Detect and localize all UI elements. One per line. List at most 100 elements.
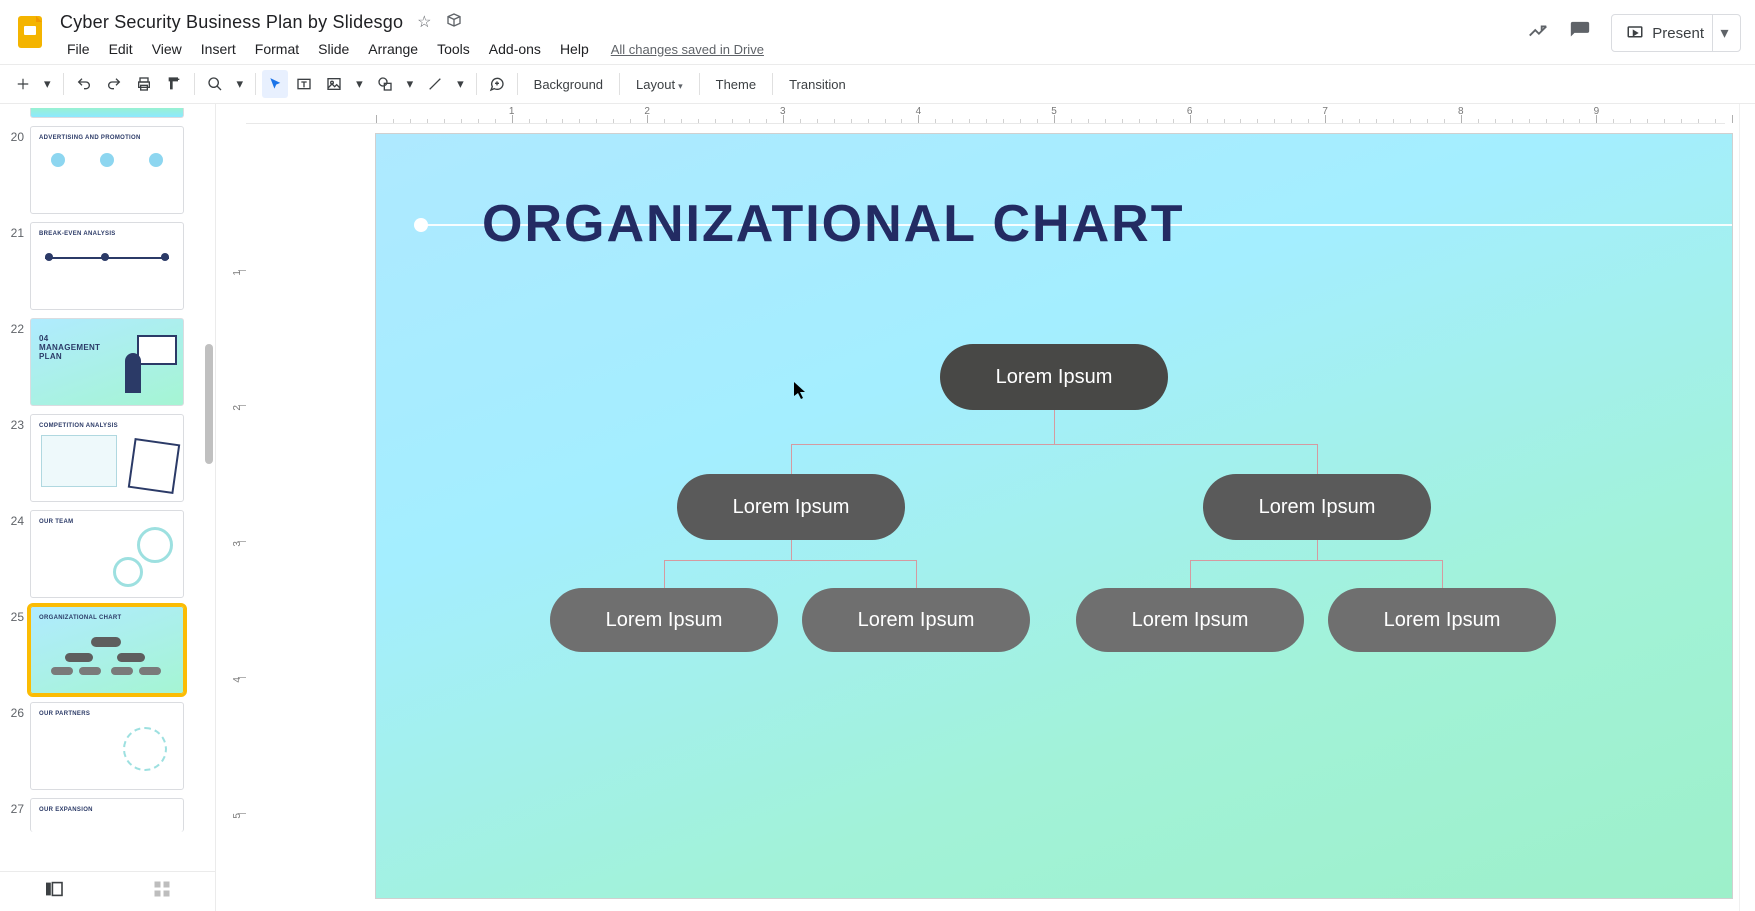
transition-button[interactable]: Transition <box>779 73 856 96</box>
connector <box>664 560 917 561</box>
connector <box>1317 540 1318 560</box>
paint-format-button[interactable] <box>160 70 188 98</box>
connector <box>1054 410 1055 444</box>
org-node-l3-1[interactable]: Lorem Ipsum <box>550 588 778 652</box>
doc-title[interactable]: Cyber Security Business Plan by Slidesgo <box>60 12 403 33</box>
horizontal-ruler[interactable]: 1 2 3 4 5 6 7 8 9 <box>246 104 1725 124</box>
present-dropdown-icon[interactable]: ▾ <box>1712 15 1736 51</box>
connector <box>791 540 792 560</box>
zoom-button[interactable] <box>201 70 229 98</box>
menu-file[interactable]: File <box>60 39 97 59</box>
select-tool[interactable] <box>262 70 288 98</box>
ruler-tick-label: 6 <box>1187 106 1193 117</box>
connector <box>1190 560 1191 588</box>
background-button[interactable]: Background <box>524 73 613 96</box>
ruler-tick-label: 7 <box>1322 106 1328 117</box>
org-node-l3-2[interactable]: Lorem Ipsum <box>802 588 1030 652</box>
move-icon[interactable] <box>446 12 462 33</box>
menu-bar: File Edit View Insert Format Slide Arran… <box>60 36 764 62</box>
slide-thumbnail-22[interactable]: 22 04MANAGEMENTPLAN <box>0 318 215 406</box>
comment-icon[interactable] <box>1569 20 1591 47</box>
image-dropdown-icon[interactable]: ▾ <box>350 70 369 98</box>
shape-tool[interactable] <box>371 70 399 98</box>
connector <box>791 444 1318 445</box>
mouse-cursor-icon <box>794 382 806 400</box>
filmstrip[interactable]: 20 ADVERTISING AND PROMOTION 21 BREAK-EV… <box>0 104 216 911</box>
new-slide-button[interactable] <box>10 70 36 98</box>
grid-view-icon[interactable] <box>153 880 171 903</box>
trend-icon[interactable] <box>1527 20 1549 47</box>
org-node-l2-2[interactable]: Lorem Ipsum <box>1203 474 1431 540</box>
connector <box>1442 560 1443 588</box>
ruler-tick-label: 5 <box>233 813 244 819</box>
ruler-tick-label: 2 <box>233 405 244 411</box>
ruler-tick-label: 1 <box>233 270 244 276</box>
menu-addons[interactable]: Add-ons <box>482 39 548 59</box>
menu-insert[interactable]: Insert <box>194 39 243 59</box>
org-node-l3-4[interactable]: Lorem Ipsum <box>1328 588 1556 652</box>
slide-thumbnail-24[interactable]: 24 OUR TEAM <box>0 510 215 598</box>
add-comment-button[interactable] <box>483 70 511 98</box>
present-label: Present <box>1652 25 1704 42</box>
menu-view[interactable]: View <box>145 39 189 59</box>
redo-button[interactable] <box>100 70 128 98</box>
print-button[interactable] <box>130 70 158 98</box>
present-button[interactable]: Present ▾ <box>1611 14 1741 52</box>
workspace: 20 ADVERTISING AND PROMOTION 21 BREAK-EV… <box>0 104 1755 911</box>
slide-thumbnail-25[interactable]: 25 ORGANIZATIONAL CHART <box>0 606 215 694</box>
menu-format[interactable]: Format <box>248 39 306 59</box>
ruler-tick-label: 1 <box>509 106 515 117</box>
connector <box>1190 560 1443 561</box>
title-rule-dot <box>414 218 428 232</box>
connector <box>791 444 792 474</box>
menu-help[interactable]: Help <box>553 39 596 59</box>
new-slide-dropdown-icon[interactable]: ▾ <box>38 70 57 98</box>
shape-dropdown-icon[interactable]: ▾ <box>401 70 420 98</box>
ruler-tick-label: 4 <box>916 106 922 117</box>
ruler-tick-label: 8 <box>1458 106 1464 117</box>
line-tool[interactable] <box>421 70 449 98</box>
slide-thumbnail-19-peek[interactable] <box>30 108 184 118</box>
canvas-area[interactable]: 1 2 3 4 5 6 7 8 9 1 2 3 4 5 ORGANIZATIONAL CHART <box>216 104 1755 911</box>
image-tool[interactable] <box>320 70 348 98</box>
slide-thumbnail-27[interactable]: 27 OUR EXPANSION <box>0 798 215 832</box>
slide-canvas[interactable]: ORGANIZATIONAL CHART Lorem Ipsum Lorem I… <box>376 134 1732 898</box>
org-node-l3-3[interactable]: Lorem Ipsum <box>1076 588 1304 652</box>
line-dropdown-icon[interactable]: ▾ <box>451 70 470 98</box>
slide-thumbnail-20[interactable]: 20 ADVERTISING AND PROMOTION <box>0 126 215 214</box>
ruler-tick-label: 5 <box>1051 106 1057 117</box>
menu-arrange[interactable]: Arrange <box>361 39 425 59</box>
slide-thumbnail-21[interactable]: 21 BREAK-EVEN ANALYSIS <box>0 222 215 310</box>
title-bar: Cyber Security Business Plan by Slidesgo… <box>0 0 1755 64</box>
slide-title[interactable]: ORGANIZATIONAL CHART <box>482 194 1184 254</box>
layout-button[interactable]: Layout <box>626 73 693 96</box>
menu-edit[interactable]: Edit <box>102 39 140 59</box>
filmstrip-view-toggle <box>0 871 215 911</box>
theme-button[interactable]: Theme <box>706 73 766 96</box>
filmstrip-view-icon[interactable] <box>44 881 64 902</box>
ruler-tick-label: 4 <box>233 677 244 683</box>
ruler-tick-label: 9 <box>1594 106 1600 117</box>
connector <box>1317 444 1318 474</box>
app-icon[interactable] <box>12 12 52 52</box>
connector <box>916 560 917 588</box>
org-node-root[interactable]: Lorem Ipsum <box>940 344 1168 410</box>
save-status[interactable]: All changes saved in Drive <box>611 42 764 57</box>
org-node-l2-1[interactable]: Lorem Ipsum <box>677 474 905 540</box>
connector <box>664 560 665 588</box>
toolbar: ▾ ▾ ▾ ▾ ▾ Background Layout Theme Transi… <box>0 64 1755 104</box>
menu-tools[interactable]: Tools <box>430 39 477 59</box>
zoom-dropdown-icon[interactable]: ▾ <box>231 70 250 98</box>
undo-button[interactable] <box>70 70 98 98</box>
slide-thumbnail-26[interactable]: 26 OUR PARTNERS <box>0 702 215 790</box>
canvas-scrollbar[interactable] <box>1739 104 1755 911</box>
menu-slide[interactable]: Slide <box>311 39 356 59</box>
vertical-ruler[interactable]: 1 2 3 4 5 <box>226 124 246 911</box>
slide-thumbnail-23[interactable]: 23 COMPETITION ANALYSIS <box>0 414 215 502</box>
ruler-tick-label: 3 <box>233 541 244 547</box>
ruler-tick-label: 3 <box>780 106 786 117</box>
ruler-tick-label: 2 <box>644 106 650 117</box>
star-icon[interactable]: ☆ <box>417 12 431 33</box>
textbox-tool[interactable] <box>290 70 318 98</box>
filmstrip-scrollbar[interactable] <box>201 104 215 911</box>
